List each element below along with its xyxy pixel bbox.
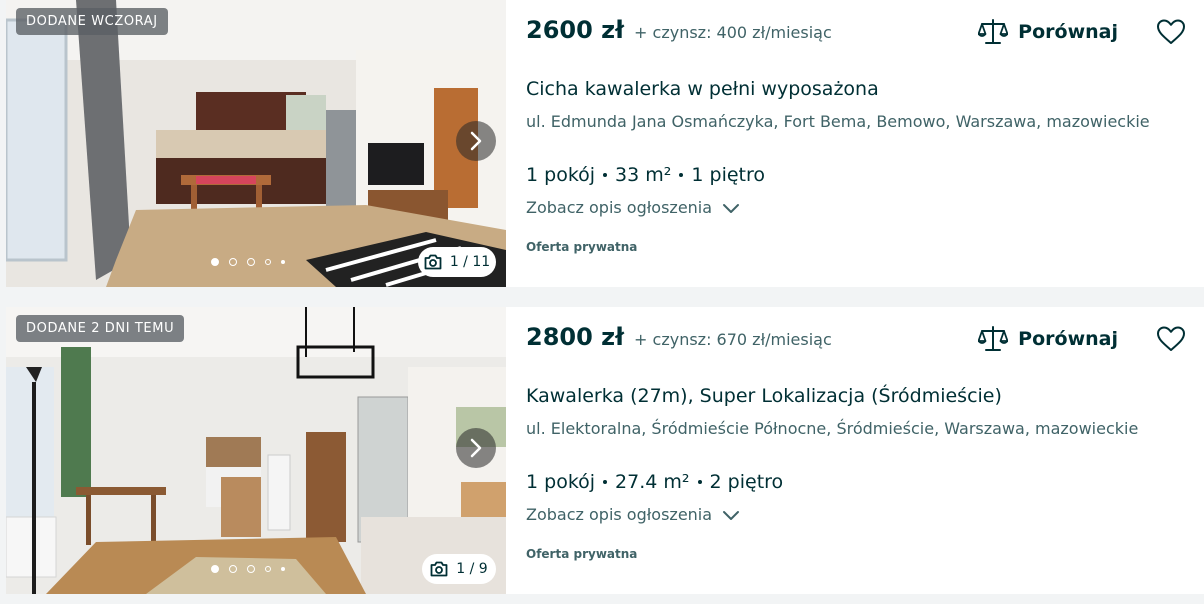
pagination-dot[interactable] [229,258,237,266]
rooms: 1 pokój [526,471,596,493]
chevron-down-icon [723,203,740,213]
area: 27.4 m² [615,471,690,493]
apartment-photo-kitchen [6,0,506,287]
show-description-label: Zobacz opis ogłoszenia [526,505,713,524]
added-date-badge: DODANE WCZORAJ [16,8,168,35]
compare-button[interactable]: Porównaj [978,18,1118,46]
compare-label: Porównaj [1018,21,1118,43]
price: 2800 zł [526,323,625,351]
floor: 1 piętro [691,164,766,186]
rent: + czynsz: 670 zł/miesiąc [634,330,832,349]
heart-icon [1157,326,1185,351]
listing-card[interactable]: DODANE WCZORAJ 1 / 11 2600 zł + czynsz: … [6,0,1204,287]
price: 2600 zł [526,16,625,44]
pagination-dot[interactable] [211,258,219,266]
listing-photo[interactable]: DODANE 2 DNI TEMU 1 / 9 [6,307,506,594]
heart-icon [1157,19,1185,44]
pagination-dot[interactable] [265,259,271,265]
listing-title[interactable]: Cicha kawalerka w pełni wyposażona [526,78,879,100]
seller-type: Oferta prywatna [526,240,638,254]
listing-title[interactable]: Kawalerka (27m), Super Lokalizacja (Śród… [526,385,1002,407]
chevron-right-icon [470,131,482,151]
photo-pagination-dots [211,565,285,573]
listing-photo[interactable]: DODANE WCZORAJ 1 / 11 [6,0,506,287]
price-row: 2600 zł + czynsz: 400 zł/miesiąc [526,16,832,44]
rent: + czynsz: 400 zł/miesiąc [634,23,832,42]
pagination-dot[interactable] [281,567,285,571]
apartment-photo-living-room [6,307,506,594]
added-date-badge: DODANE 2 DNI TEMU [16,315,185,342]
floor: 2 piętro [709,471,784,493]
camera-icon [424,254,442,270]
listing-params: 1 pokój 27.4 m² 2 piętro [526,471,783,493]
pagination-dot[interactable] [247,565,255,573]
favorite-button[interactable] [1156,18,1186,50]
photo-counter: 1 / 9 [422,554,496,584]
show-description-link[interactable]: Zobacz opis ogłoszenia [526,505,740,524]
pagination-dot[interactable] [265,566,271,572]
area: 33 m² [615,164,672,186]
rooms: 1 pokój [526,164,596,186]
separator-dot [603,173,608,177]
listing-address: ul. Edmunda Jana Osmańczyka, Fort Bema, … [526,112,1150,131]
pagination-dot[interactable] [281,260,285,264]
listing-details: 2600 zł + czynsz: 400 zł/miesiąc Porówna… [506,0,1204,287]
pagination-dot[interactable] [229,565,237,573]
pagination-dot[interactable] [247,258,255,266]
scales-icon [978,19,1009,44]
seller-type: Oferta prywatna [526,547,638,561]
photo-counter-text: 1 / 11 [449,254,491,270]
favorite-button[interactable] [1156,325,1186,357]
scales-icon [978,326,1009,351]
camera-icon [430,561,448,577]
photo-pagination-dots [211,258,285,266]
listing-card[interactable]: DODANE 2 DNI TEMU 1 / 9 2800 zł + czynsz… [6,307,1204,594]
next-photo-button[interactable] [456,121,496,161]
separator-dot [679,173,684,177]
listing-address: ul. Elektoralna, Śródmieście Północne, Ś… [526,419,1139,438]
separator-dot [603,480,608,484]
listing-params: 1 pokój 33 m² 1 piętro [526,164,765,186]
pagination-dot[interactable] [211,565,219,573]
chevron-right-icon [470,438,482,458]
listing-details: 2800 zł + czynsz: 670 zł/miesiąc Porówna… [506,307,1204,594]
photo-counter-text: 1 / 9 [456,561,488,577]
show-description-label: Zobacz opis ogłoszenia [526,198,713,217]
photo-counter: 1 / 11 [418,247,496,277]
show-description-link[interactable]: Zobacz opis ogłoszenia [526,198,740,217]
next-photo-button[interactable] [456,428,496,468]
separator-dot [697,480,702,484]
compare-label: Porównaj [1018,328,1118,350]
chevron-down-icon [723,510,740,520]
price-row: 2800 zł + czynsz: 670 zł/miesiąc [526,323,832,351]
compare-button[interactable]: Porównaj [978,325,1118,353]
